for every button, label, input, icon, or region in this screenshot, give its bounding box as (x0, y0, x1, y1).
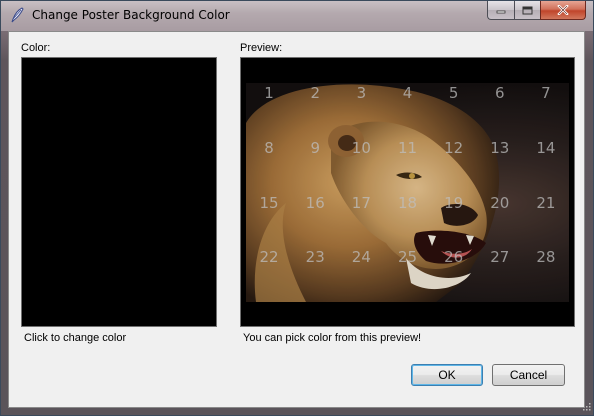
poster-preview[interactable]: 1 2 3 4 5 6 7 8 9 10 11 12 13 14 15 16 17 18 19 20 21 22 23 24 2… (240, 57, 575, 327)
ok-button[interactable]: OK (411, 364, 483, 386)
preview-label: Preview: (240, 42, 283, 54)
poster-grid-overlay: 1 2 3 4 5 6 7 8 9 10 11 12 13 14 15 16 17 18 19 20 21 22 23 24 2… (246, 83, 569, 302)
grid-cell-number: 5 (448, 84, 459, 102)
grid-cell-number: 14 (536, 138, 556, 157)
grid-cell-number: 13 (490, 138, 510, 157)
color-hint: Click to change color (24, 332, 127, 344)
preview-hint: You can pick color from this preview! (243, 332, 422, 344)
quill-pen-icon (11, 7, 24, 23)
color-swatch[interactable] (21, 57, 217, 327)
grid-cell-number: 2 (310, 84, 320, 102)
caption-buttons (487, 1, 586, 21)
cancel-button[interactable]: Cancel (492, 364, 565, 386)
grid-cell-number: 28 (536, 248, 556, 267)
maximize-button[interactable] (514, 1, 540, 20)
color-label: Color: (21, 42, 51, 54)
close-button[interactable] (540, 1, 586, 20)
minimize-icon (496, 10, 506, 14)
grid-cell-number: 25 (397, 248, 418, 267)
grid-cell-number: 19 (444, 193, 464, 212)
grid-cell-number: 12 (444, 138, 464, 157)
minimize-button[interactable] (487, 1, 514, 20)
grid-cell-number: 26 (444, 248, 464, 267)
grid-cell-number: 8 (264, 138, 274, 157)
close-icon (557, 5, 569, 15)
grid-cell-number: 18 (397, 193, 418, 212)
grid-cell-number: 24 (351, 248, 371, 267)
grid-cell-number: 4 (402, 84, 413, 102)
title-bar[interactable]: Change Poster Background Color (1, 1, 593, 31)
dialog-window: Change Poster Background Color Color: Cl… (0, 0, 594, 416)
grid-cell-number: 15 (259, 193, 279, 212)
grid-cell-number: 7 (541, 84, 551, 102)
poster-image[interactable]: 1 2 3 4 5 6 7 8 9 10 11 12 13 14 15 16 17 18 19 20 21 22 23 24 2… (246, 83, 569, 302)
grid-cell-number: 10 (351, 138, 371, 157)
grid-cell-number: 22 (259, 248, 279, 267)
grid-cell-number: 21 (536, 193, 556, 212)
grid-cell-number: 9 (310, 138, 320, 157)
grid-cell-number: 23 (305, 248, 325, 267)
dialog-client-area: Color: Click to change color Preview: 1 … (8, 31, 585, 408)
window-title: Change Poster Background Color (32, 8, 230, 22)
grid-cell-number: 1 (264, 84, 274, 102)
grid-cell-number: 27 (490, 248, 510, 267)
resize-grip-icon[interactable] (581, 403, 591, 413)
grid-cell-number: 16 (305, 193, 325, 212)
maximize-icon (522, 6, 533, 14)
grid-cell-number: 11 (397, 138, 418, 157)
grid-cell-number: 6 (495, 84, 505, 102)
grid-cell-number: 20 (490, 193, 510, 212)
grid-cell-number: 17 (351, 193, 371, 212)
grid-cell-number: 3 (356, 84, 367, 102)
